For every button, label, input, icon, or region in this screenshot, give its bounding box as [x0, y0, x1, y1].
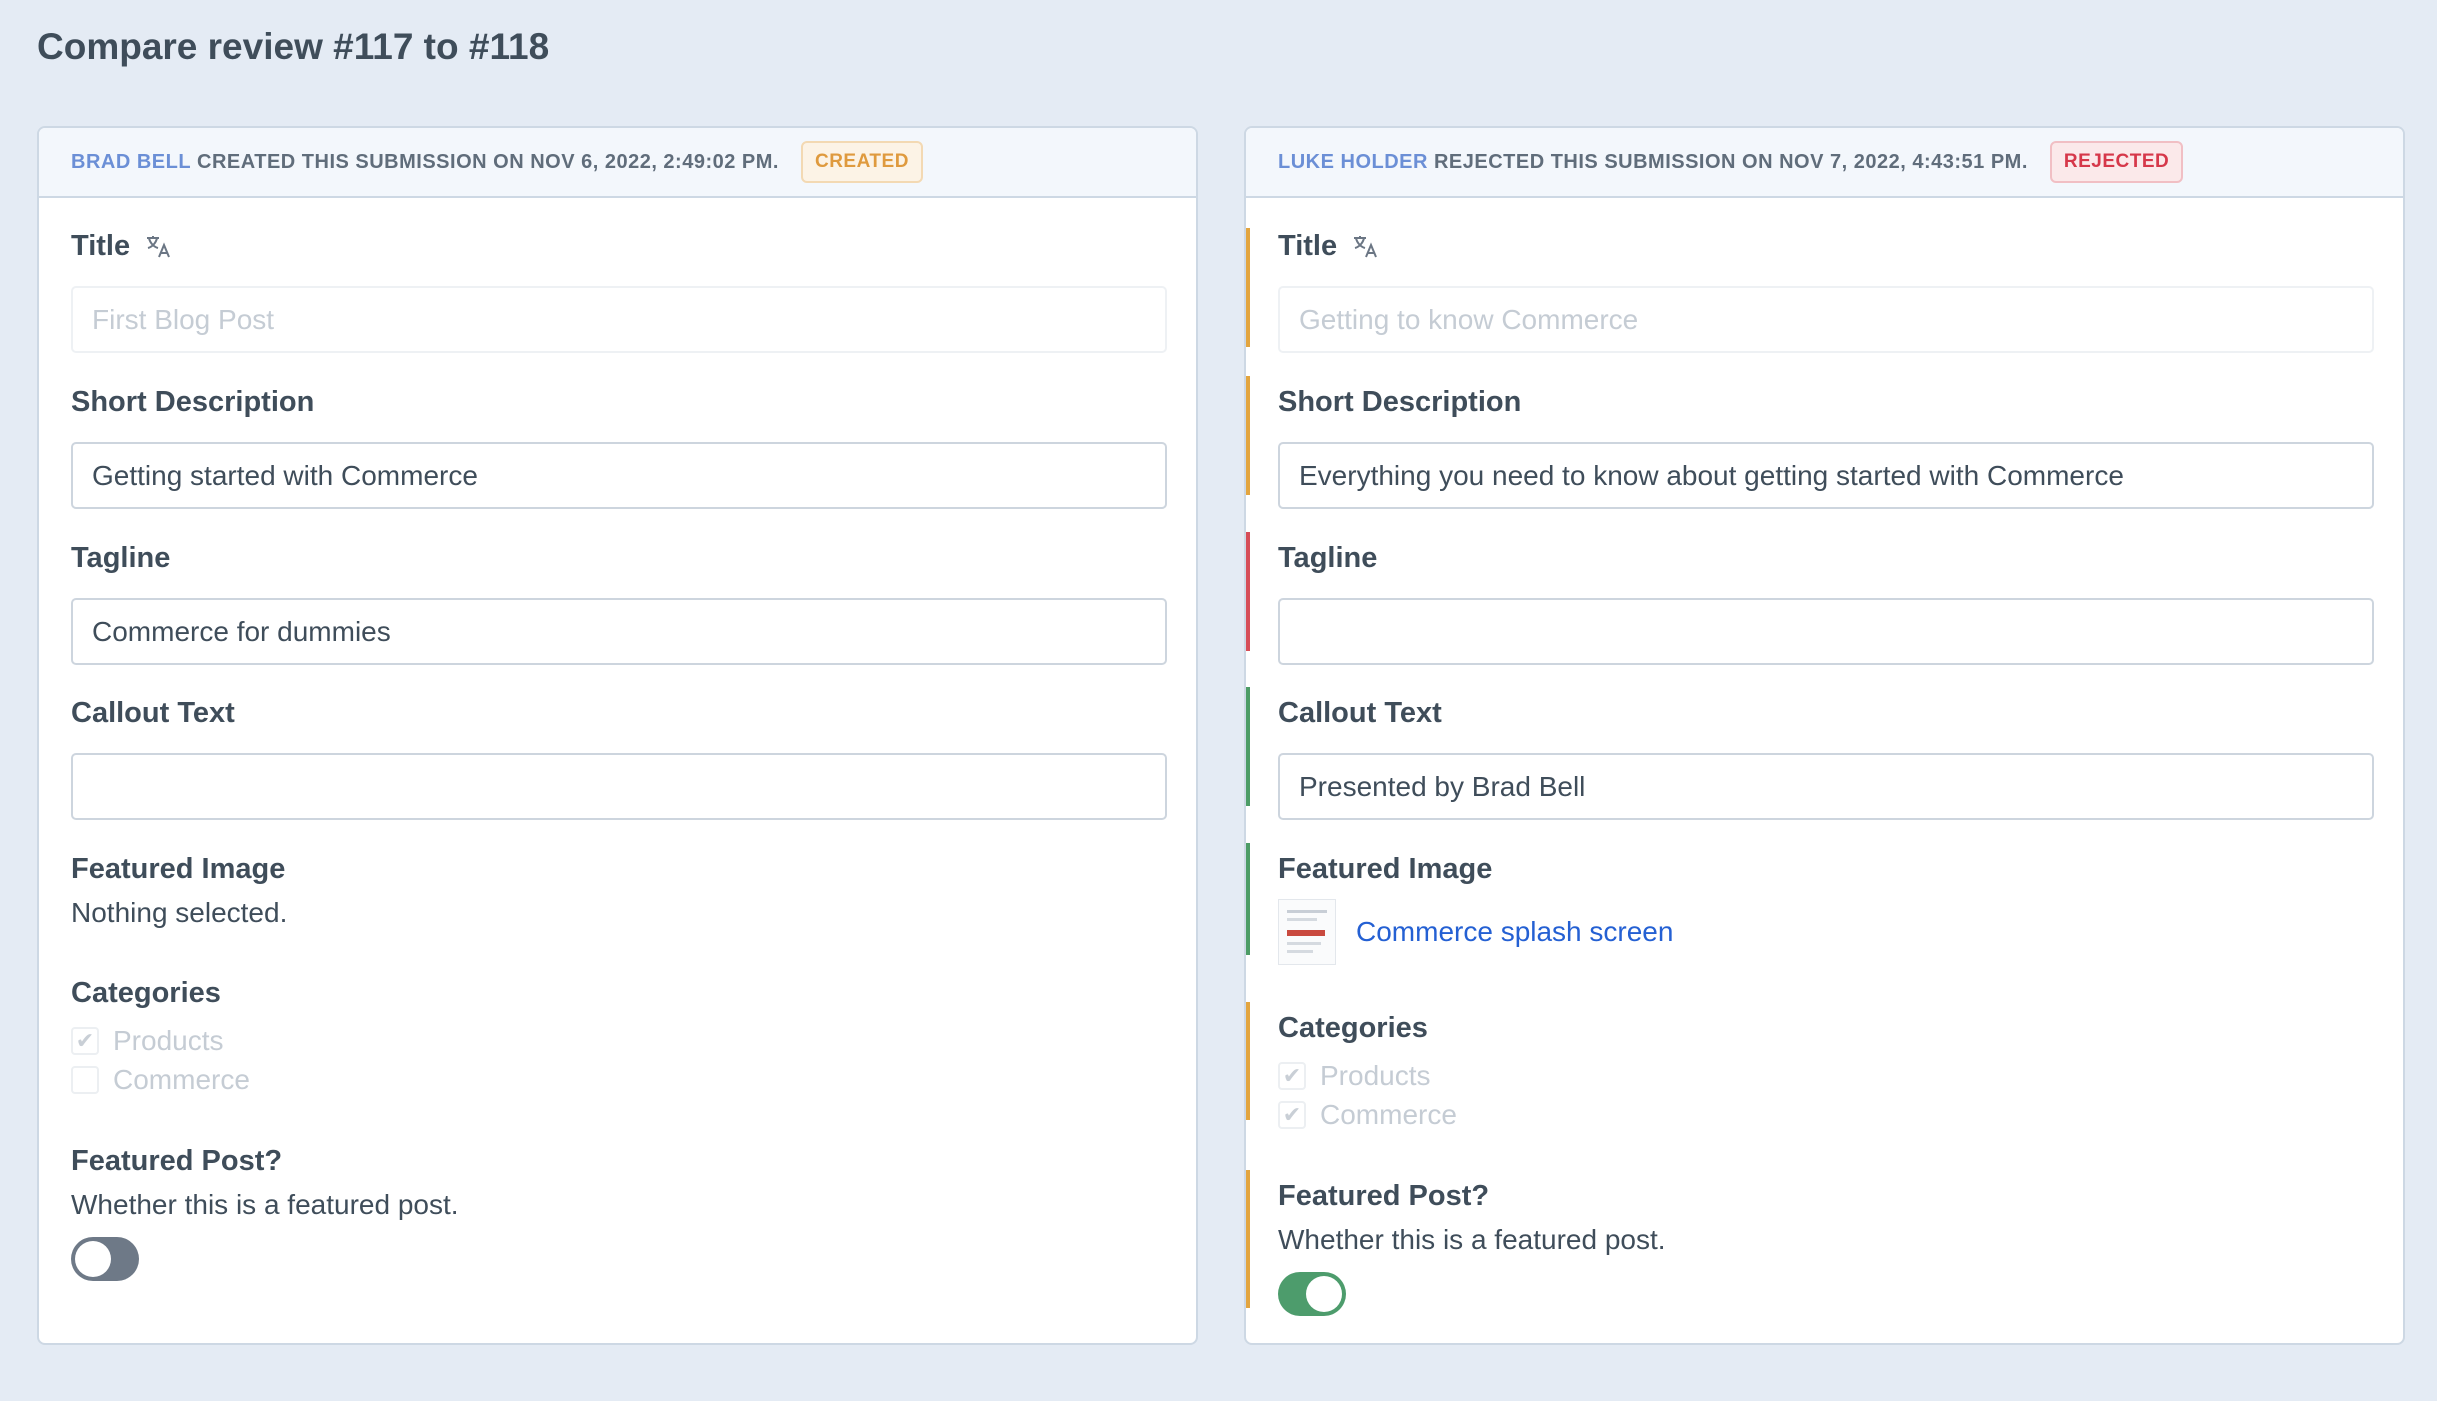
added-indicator — [1246, 843, 1250, 955]
callout-text-label: Callout Text — [71, 696, 235, 729]
left-tagline-field: Tagline Commerce for dummies — [71, 540, 1167, 665]
checkbox-empty — [71, 1065, 99, 1094]
categories-label: Categories — [1278, 1011, 1428, 1044]
page-title: Compare review #117 to #118 — [37, 26, 550, 67]
short-description-label: Short Description — [71, 385, 315, 418]
category-option-products[interactable]: ✔ Products — [1278, 1056, 2374, 1095]
removed-indicator — [1246, 532, 1250, 651]
asset-link[interactable]: Commerce splash screen — [1356, 916, 1673, 948]
left-revision-panel: Brad Bell created this submission on Nov… — [37, 126, 1198, 1345]
categories-label: Categories — [71, 976, 221, 1009]
callout-text-input[interactable] — [71, 753, 1167, 820]
left-featured-post-field: Featured Post? Whether this is a feature… — [71, 1143, 1167, 1281]
short-description-input[interactable]: Getting started with Commerce — [71, 442, 1167, 509]
left-categories-field: Categories ✔ Products Commerce — [71, 975, 1167, 1099]
tagline-input[interactable] — [1278, 598, 2374, 665]
left-title-field: Title First Blog Post — [71, 228, 1167, 353]
featured-post-label: Featured Post? — [71, 1144, 283, 1177]
category-option-products[interactable]: ✔ Products — [71, 1021, 1167, 1060]
title-label: Title — [71, 229, 131, 262]
left-action-text: created this submission on Nov 6, 2022, … — [197, 150, 779, 173]
modified-indicator — [1246, 376, 1250, 495]
left-short-description-field: Short Description Getting started with C… — [71, 384, 1167, 509]
left-author-link[interactable]: Brad Bell — [71, 151, 191, 174]
right-title-field: Title Getting to know Commerce — [1246, 228, 2374, 353]
short-description-input[interactable]: Everything you need to know about gettin… — [1278, 442, 2374, 509]
right-featured-image-field: Featured Image Commerce splash screen — [1246, 843, 2374, 965]
check-icon: ✔ — [71, 1026, 99, 1055]
category-option-commerce[interactable]: Commerce — [71, 1060, 1167, 1099]
tagline-label: Tagline — [1278, 541, 1378, 574]
right-revision-panel: Luke Holder rejected this submission on … — [1244, 126, 2405, 1345]
right-categories-field: Categories ✔ Products ✔ Commerce — [1246, 1002, 2374, 1134]
left-callout-text-field: Callout Text — [71, 695, 1167, 820]
category-option-commerce[interactable]: ✔ Commerce — [1278, 1095, 2374, 1134]
featured-post-toggle[interactable] — [71, 1237, 139, 1281]
check-icon: ✔ — [1278, 1100, 1306, 1129]
status-badge-created: Created — [800, 141, 923, 183]
left-featured-image-field: Featured Image Nothing selected. — [71, 851, 1167, 929]
title-label: Title — [1278, 229, 1338, 262]
featured-image-label: Featured Image — [71, 852, 286, 885]
right-author-link[interactable]: Luke Holder — [1278, 151, 1428, 174]
left-panel-header: Brad Bell created this submission on Nov… — [39, 128, 1196, 198]
status-badge-rejected: Rejected — [2049, 141, 2184, 183]
title-input[interactable]: Getting to know Commerce — [1278, 286, 2374, 353]
short-description-label: Short Description — [1278, 385, 1522, 418]
callout-text-label: Callout Text — [1278, 696, 1442, 729]
translate-icon — [144, 232, 172, 260]
title-input[interactable]: First Blog Post — [71, 286, 1167, 353]
featured-image-asset[interactable]: Commerce splash screen — [1278, 899, 2374, 965]
modified-indicator — [1246, 1170, 1250, 1308]
right-action-text: rejected this submission on Nov 7, 2022,… — [1433, 150, 2028, 173]
featured-post-instructions: Whether this is a featured post. — [71, 1189, 459, 1220]
modified-indicator — [1246, 228, 1250, 347]
tagline-label: Tagline — [71, 541, 171, 574]
no-selection-text: Nothing selected. — [71, 897, 288, 928]
featured-image-label: Featured Image — [1278, 852, 1493, 885]
right-callout-text-field: Callout Text Presented by Brad Bell — [1246, 687, 2374, 820]
tagline-input[interactable]: Commerce for dummies — [71, 598, 1167, 665]
featured-post-instructions: Whether this is a featured post. — [1278, 1224, 1666, 1255]
right-featured-post-field: Featured Post? Whether this is a feature… — [1246, 1170, 2374, 1316]
check-icon: ✔ — [1278, 1061, 1306, 1090]
featured-post-label: Featured Post? — [1278, 1179, 1490, 1212]
added-indicator — [1246, 687, 1250, 806]
modified-indicator — [1246, 1002, 1250, 1120]
featured-post-toggle[interactable] — [1278, 1272, 1346, 1316]
callout-text-input[interactable]: Presented by Brad Bell — [1278, 753, 2374, 820]
right-tagline-field: Tagline — [1246, 532, 2374, 665]
translate-icon — [1351, 232, 1379, 260]
right-short-description-field: Short Description Everything you need to… — [1246, 376, 2374, 509]
right-panel-header: Luke Holder rejected this submission on … — [1246, 128, 2403, 198]
asset-thumbnail — [1278, 899, 1336, 965]
